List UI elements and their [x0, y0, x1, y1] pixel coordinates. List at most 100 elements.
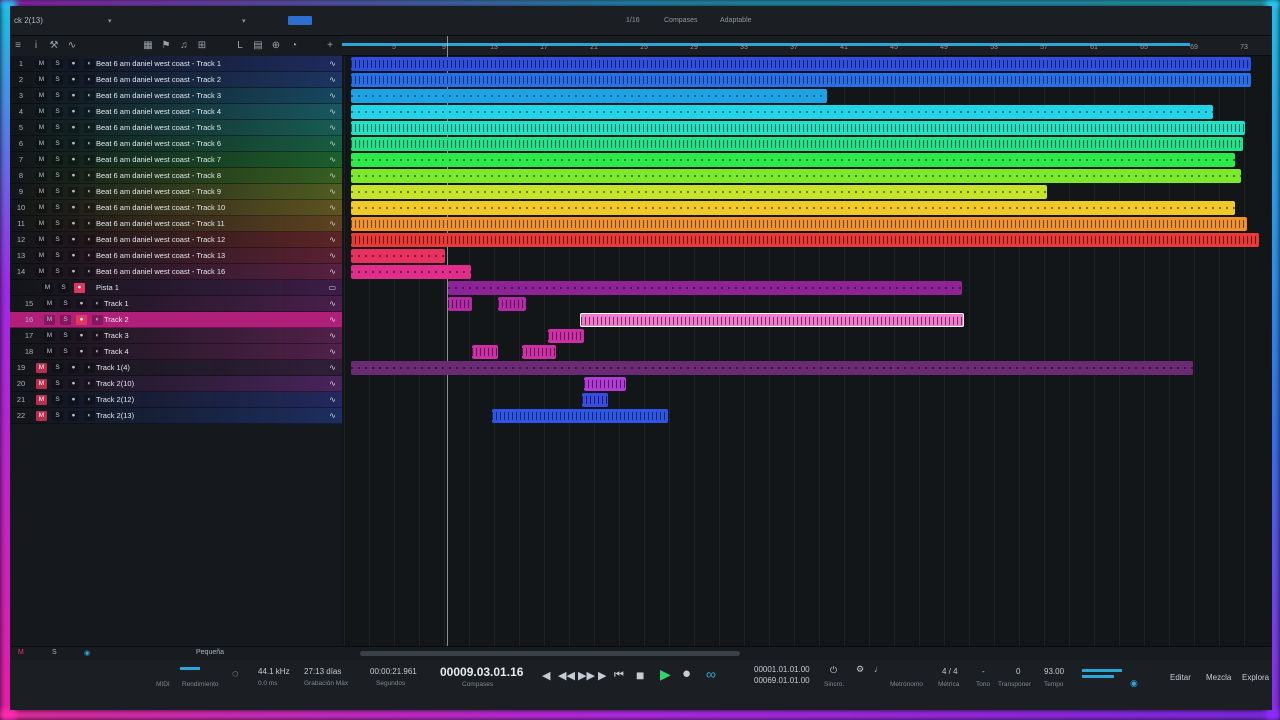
track-row[interactable]: 18 M S ● ◐ Track 4 ∿: [10, 344, 342, 360]
audio-clip[interactable]: [498, 297, 526, 311]
track-row[interactable]: 20 M S ● ◐ Track 2(10) ∿: [10, 376, 342, 392]
track-name[interactable]: Track 1(4): [96, 363, 130, 372]
track-size-select[interactable]: Pequeña: [196, 649, 224, 656]
snap-select[interactable]: Adaptable: [720, 17, 752, 24]
track-name[interactable]: Beat 6 am daniel west coast - Track 13: [96, 251, 225, 260]
performance-label[interactable]: Rendimiento: [182, 681, 219, 688]
solo-button[interactable]: S: [52, 219, 63, 229]
mute-button[interactable]: M: [36, 203, 47, 213]
mute-button[interactable]: M: [36, 123, 47, 133]
record-arm-button[interactable]: ●: [76, 331, 87, 341]
power-icon[interactable]: ⏻: [830, 665, 837, 676]
monitor-button[interactable]: ◐: [92, 347, 103, 357]
monitor-button[interactable]: ◐: [84, 379, 95, 389]
record-arm-button[interactable]: ●: [68, 203, 79, 213]
folder-icon[interactable]: ▭: [328, 283, 336, 292]
audio-clip[interactable]: [448, 281, 962, 295]
track-name[interactable]: Beat 6 am daniel west coast - Track 4: [96, 107, 221, 116]
record-arm-button[interactable]: ●: [68, 107, 79, 117]
solo-button[interactable]: S: [60, 299, 71, 309]
forward-icon[interactable]: ▶▶: [578, 669, 595, 682]
solo-button[interactable]: S: [58, 283, 69, 293]
timeline-ruler[interactable]: 5 9 13 17 21 25 29 33 37 41 45 49 53 57 61 65 69 73: [342, 36, 1272, 56]
track-name[interactable]: Beat 6 am daniel west coast - Track 9: [96, 187, 221, 196]
solo-button[interactable]: S: [52, 171, 63, 181]
audio-clip[interactable]: [351, 361, 1193, 375]
record-arm-button[interactable]: ●: [68, 251, 79, 261]
solo-all-button[interactable]: S: [52, 649, 57, 656]
track-row[interactable]: 5 M S ● ◐ Beat 6 am daniel west coast - Track…: [10, 120, 342, 136]
monitor-icon[interactable]: ◉: [84, 649, 90, 657]
record-arm-button[interactable]: ●: [76, 299, 87, 309]
mute-all-button[interactable]: M: [18, 649, 24, 656]
audio-clip[interactable]: [472, 345, 498, 359]
mute-button[interactable]: M: [36, 139, 47, 149]
audio-clip[interactable]: [448, 297, 472, 311]
performance-icon[interactable]: ◌: [232, 668, 239, 680]
metronome-label[interactable]: Metrónomo: [890, 681, 923, 688]
track-row[interactable]: 10 M S ● ◐ Beat 6 am daniel west coast - Trac…: [10, 200, 342, 216]
clock-icon[interactable]: ◔: [288, 40, 300, 52]
audio-clip[interactable]: [351, 185, 1047, 199]
mute-button[interactable]: M: [36, 171, 47, 181]
dropdown-arrow-icon[interactable]: ▾: [108, 17, 112, 25]
menu-icon[interactable]: ≡: [12, 40, 24, 52]
solo-button[interactable]: S: [52, 363, 63, 373]
record-arm-button[interactable]: ●: [76, 315, 87, 325]
audio-clip[interactable]: [492, 409, 668, 423]
track-name[interactable]: Beat 6 am daniel west coast - Track 10: [96, 203, 225, 212]
solo-button[interactable]: S: [52, 395, 63, 405]
record-arm-button[interactable]: ●: [68, 395, 79, 405]
record-arm-button[interactable]: ●: [68, 123, 79, 133]
record-arm-button[interactable]: ●: [74, 283, 85, 293]
track-name[interactable]: Track 4: [104, 347, 129, 356]
track-row[interactable]: 16 M S ● ◐ Track 2 ∿: [10, 312, 342, 328]
monitor-button[interactable]: ◐: [84, 219, 95, 229]
solo-button[interactable]: S: [52, 187, 63, 197]
audio-clip[interactable]: [351, 249, 445, 263]
solo-button[interactable]: S: [52, 411, 63, 421]
record-arm-button[interactable]: ●: [76, 347, 87, 357]
monitor-button[interactable]: ◐: [84, 107, 95, 117]
seconds-display[interactable]: 00:00:21.961: [370, 667, 417, 676]
track-name[interactable]: Pista 1: [96, 283, 119, 292]
mute-button[interactable]: M: [36, 155, 47, 165]
mute-button[interactable]: M: [36, 107, 47, 117]
track-row[interactable]: 19 M S ● ◐ Track 1(4) ∿: [10, 360, 342, 376]
loop-icon[interactable]: ∞: [706, 666, 716, 682]
tempo-value[interactable]: 93.00: [1044, 667, 1064, 676]
track-row[interactable]: 4 M S ● ◐ Beat 6 am daniel west coast - Track…: [10, 104, 342, 120]
track-name[interactable]: Beat 6 am daniel west coast - Track 6: [96, 139, 221, 148]
record-arm-button[interactable]: ●: [68, 155, 79, 165]
record-arm-button[interactable]: ●: [68, 267, 79, 277]
monitor-button[interactable]: ◐: [84, 203, 95, 213]
track-row[interactable]: 3 M S ● ◐ Beat 6 am daniel west coast - Track…: [10, 88, 342, 104]
track-name[interactable]: Track 2(10): [96, 379, 134, 388]
track-row[interactable]: M S ● Pista 1 ▭: [10, 280, 342, 296]
track-row[interactable]: 13 M S ● ◐ Beat 6 am daniel west coast - Trac…: [10, 248, 342, 264]
mute-button[interactable]: M: [36, 91, 47, 101]
monitor-button[interactable]: ◐: [84, 155, 95, 165]
mute-button[interactable]: M: [36, 411, 47, 421]
mute-button[interactable]: M: [36, 379, 47, 389]
play-icon[interactable]: ▶: [660, 666, 671, 683]
record-arm-button[interactable]: ●: [68, 411, 79, 421]
audio-clip[interactable]: [584, 377, 626, 391]
track-name[interactable]: Track 1: [104, 299, 129, 308]
track-name[interactable]: Beat 6 am daniel west coast - Track 2: [96, 75, 221, 84]
audio-clip[interactable]: [351, 89, 827, 103]
rewind-icon[interactable]: ◀◀: [558, 669, 575, 682]
monitor-button[interactable]: ◐: [84, 395, 95, 405]
record-arm-button[interactable]: ●: [68, 219, 79, 229]
mute-button[interactable]: M: [36, 251, 47, 261]
solo-button[interactable]: S: [60, 315, 71, 325]
audio-clip[interactable]: [351, 57, 1251, 71]
quantize-select[interactable]: 1/16: [626, 17, 640, 24]
solo-button[interactable]: S: [52, 91, 63, 101]
solo-button[interactable]: S: [60, 331, 71, 341]
next-icon[interactable]: ▶: [598, 669, 606, 682]
dropdown-arrow-icon[interactable]: ▾: [242, 17, 246, 25]
metronome-settings-icon[interactable]: ⚙: [856, 664, 864, 675]
track-row[interactable]: 17 M S ● ◐ Track 3 ∿: [10, 328, 342, 344]
solo-button[interactable]: S: [52, 139, 63, 149]
